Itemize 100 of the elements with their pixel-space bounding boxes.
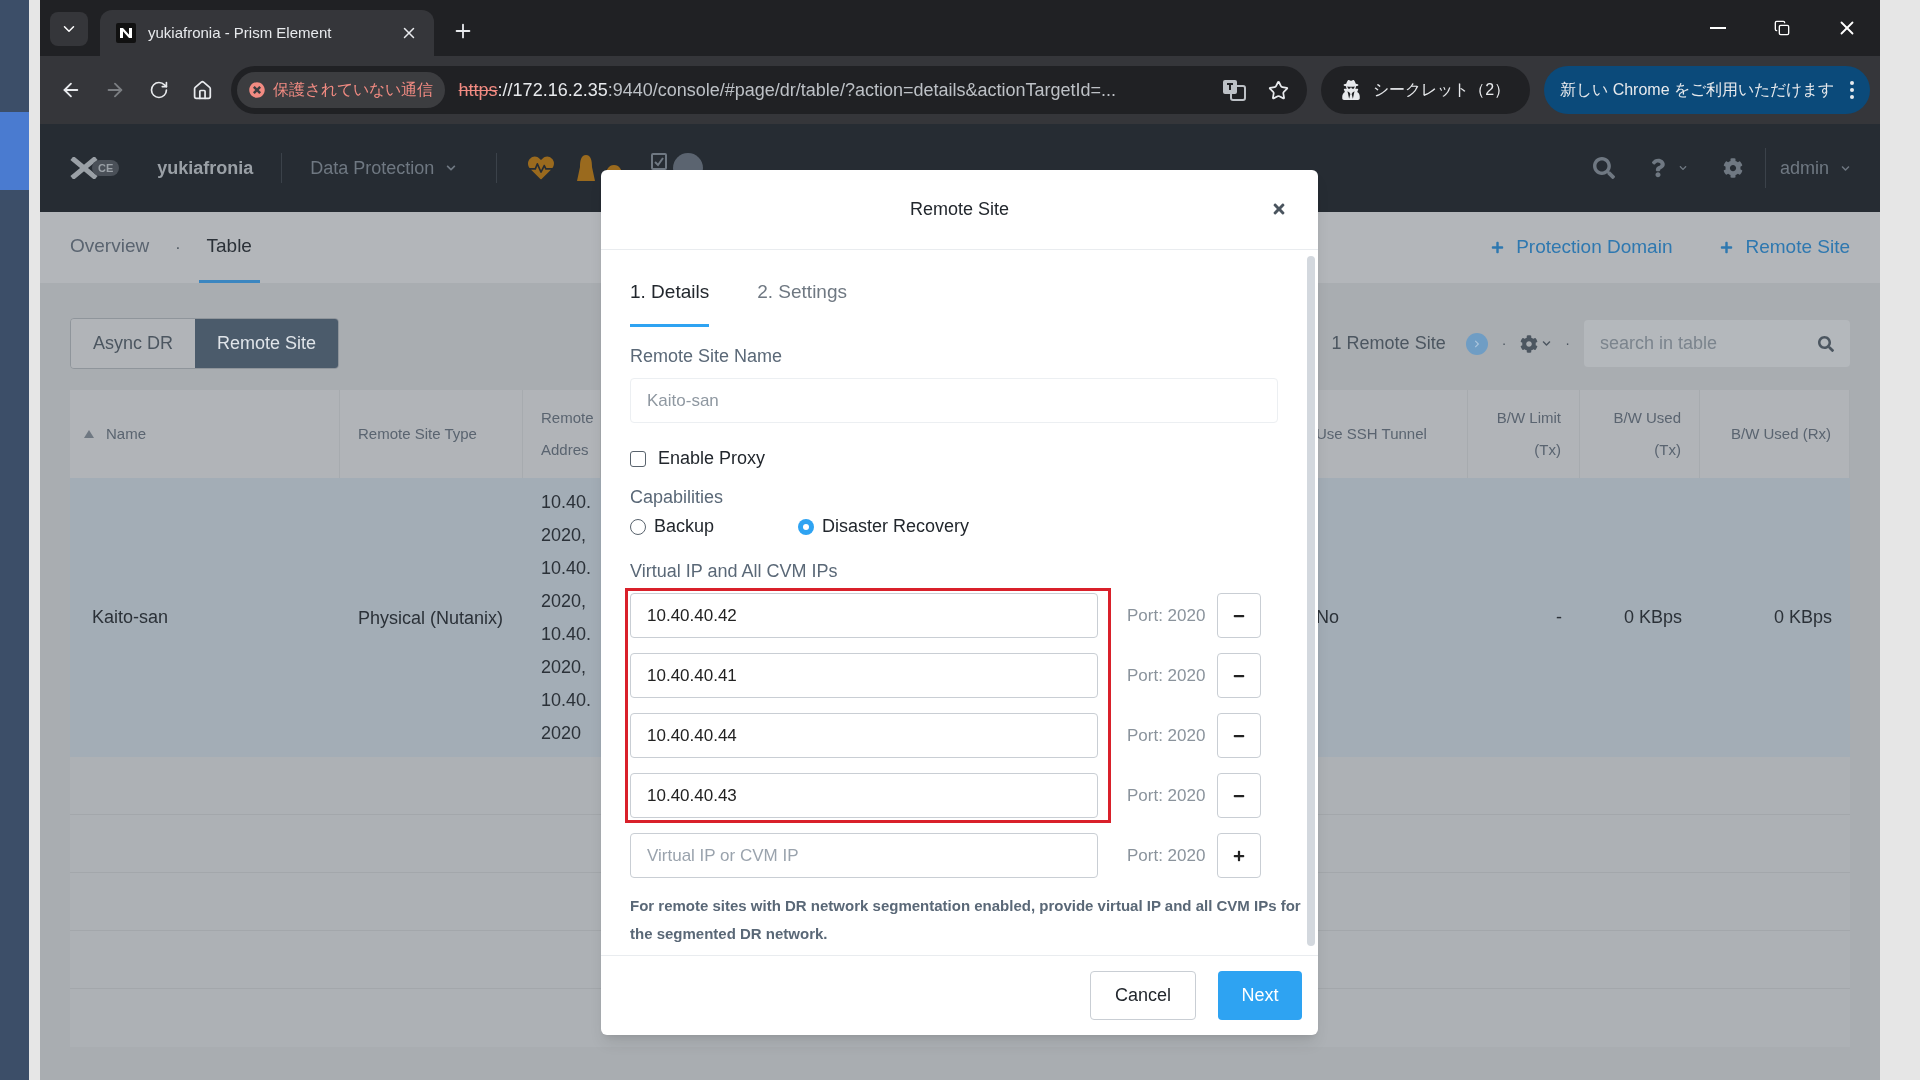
update-chip[interactable]: 新しい Chrome をご利用いただけます xyxy=(1544,66,1870,114)
ip-field[interactable]: 10.40.40.44 xyxy=(630,713,1098,758)
radio-button[interactable] xyxy=(630,518,646,535)
field-label: Remote Site Name xyxy=(630,345,784,368)
remove-button[interactable] xyxy=(1217,773,1262,818)
reload-icon xyxy=(148,80,169,100)
checkbox-label: Enable Proxy xyxy=(658,447,766,470)
user-menu[interactable]: admin xyxy=(1779,154,1850,182)
caret-icon xyxy=(1841,163,1850,173)
caret-icon xyxy=(1542,339,1552,348)
port-label: Port: 2020 xyxy=(1127,784,1206,807)
table-cell-text: 0 KBps xyxy=(1623,606,1682,629)
incognito-chip[interactable]: シークレット（2） xyxy=(1321,66,1531,114)
step-tab[interactable]: 2. Settings xyxy=(757,250,847,327)
alert-icon xyxy=(577,155,596,181)
separator: · xyxy=(1565,334,1570,353)
column-header[interactable]: B/W Used (Tx) xyxy=(1598,402,1681,466)
table-cell-text: - xyxy=(1556,606,1562,629)
restore-icon xyxy=(1774,20,1790,36)
search-icon xyxy=(1592,157,1615,179)
menu-icon xyxy=(1850,81,1854,99)
radio-label: Disaster Recovery xyxy=(822,515,970,538)
table-cell-text: 2020, xyxy=(541,655,588,679)
add-link[interactable]: Remote Site xyxy=(1720,212,1850,283)
tab-title: yukiafronia - Prism Element xyxy=(148,22,332,43)
minimize-icon xyxy=(1710,27,1726,29)
plus-icon xyxy=(1233,849,1246,862)
logo-badge: CE xyxy=(92,159,120,177)
search-field[interactable]: search in table xyxy=(1584,320,1850,367)
cluster-name[interactable]: yukiafronia xyxy=(157,154,254,182)
logo-icon xyxy=(116,23,136,43)
radio-label: Backup xyxy=(654,515,715,538)
help-icon xyxy=(1650,157,1665,179)
segment-button[interactable]: Remote Site xyxy=(195,319,339,368)
page-tab[interactable]: Overview xyxy=(62,212,158,283)
dialog-title: Remote Site xyxy=(909,198,1009,221)
plus-icon xyxy=(1720,241,1734,254)
cancel-button[interactable]: Cancel xyxy=(1090,971,1196,1020)
count-label: 1 Remote Site xyxy=(1331,332,1446,355)
browser-tab[interactable]: yukiafronia - Prism Element xyxy=(100,10,434,56)
ip-field[interactable]: 10.40.40.41 xyxy=(630,653,1098,698)
close-icon xyxy=(1271,201,1287,217)
port-label: Port: 2020 xyxy=(1127,604,1206,627)
caret-icon xyxy=(446,163,457,173)
address-bar[interactable]: 保護されていない通信 https://172.16.2.35:9440/console/#page/dr/table/?action=details&actionTargetId=... xyxy=(230,66,1308,114)
section-menu[interactable]: Data Protection xyxy=(310,154,457,182)
remove-button[interactable] xyxy=(1217,653,1262,698)
incognito-icon xyxy=(1341,80,1362,100)
tab-separator: · xyxy=(175,237,181,258)
remove-button[interactable] xyxy=(1217,713,1262,758)
step-tab[interactable]: 1. Details xyxy=(630,250,710,327)
column-header[interactable]: B/W Limit (Tx) xyxy=(1486,402,1561,466)
segment-button[interactable]: Async DR xyxy=(71,319,195,368)
page-tab[interactable]: Table xyxy=(198,212,260,283)
table-cell-text: 10.40. xyxy=(541,688,593,712)
column-header[interactable]: Remote Addres xyxy=(541,402,600,466)
tab-list-button[interactable] xyxy=(50,12,88,46)
checkbox[interactable] xyxy=(630,450,646,467)
column-header[interactable]: B/W Used (Rx) xyxy=(1731,418,1831,450)
url-text: https://172.16.2.35:9440/console/#page/dr/table/?action=details&actionTargetId=... xyxy=(458,78,1117,102)
settings-icon xyxy=(1520,334,1539,353)
table-cell-text: Kaito-san xyxy=(92,606,169,629)
heartbeat-icon xyxy=(527,155,556,181)
separator: · xyxy=(1501,334,1507,353)
remove-button[interactable] xyxy=(1217,593,1262,638)
add-button[interactable] xyxy=(1217,833,1262,878)
tasks-icon xyxy=(651,152,668,170)
next-button[interactable]: Next xyxy=(1218,971,1302,1020)
table-cell-text: 2020, xyxy=(541,589,588,613)
settings-icon xyxy=(1722,158,1743,178)
column-header[interactable]: Remote Site Type xyxy=(358,418,477,450)
table-cell-text: 2020, xyxy=(541,523,588,547)
column-header[interactable]: Name xyxy=(106,418,146,450)
logo-icon xyxy=(70,157,98,179)
hint-text: For remote sites with DR network segmentation enabled, provide virtual IP and all CVM IPs for the segmented DR network. xyxy=(630,896,1302,944)
table-cell-text: 10.40. xyxy=(541,622,593,646)
search-icon xyxy=(1818,336,1834,352)
table-cell-text: 10.40. xyxy=(541,556,593,580)
security-chip[interactable]: 保護されていない通信 xyxy=(236,72,445,108)
warning-icon xyxy=(248,82,265,98)
table-cell-text: 0 KBps xyxy=(1773,606,1832,629)
field-label: Virtual IP and All CVM IPs xyxy=(630,560,839,583)
field-label: Capabilities xyxy=(630,486,725,509)
scrollbar[interactable] xyxy=(1307,256,1315,946)
port-label: Port: 2020 xyxy=(1127,664,1206,687)
table-cell-text: Physical (Nutanix) xyxy=(358,606,504,630)
port-label: Port: 2020 xyxy=(1127,724,1206,747)
table-cell-text: 10.40. xyxy=(541,490,593,514)
expand-icon xyxy=(1465,332,1488,355)
plus-icon xyxy=(1491,241,1505,254)
radio-button[interactable] xyxy=(798,518,814,535)
table-cell-text: 2020 xyxy=(541,721,583,745)
translate-icon xyxy=(1222,79,1247,101)
port-label: Port: 2020 xyxy=(1127,844,1206,867)
ip-field[interactable]: Virtual IP or CVM IP xyxy=(630,833,1098,878)
add-link[interactable]: Protection Domain xyxy=(1491,212,1673,283)
ip-field[interactable]: 10.40.40.43 xyxy=(630,773,1098,818)
caret-icon xyxy=(1678,164,1687,172)
home-icon xyxy=(191,79,213,101)
ip-field[interactable]: 10.40.40.42 xyxy=(630,593,1098,638)
